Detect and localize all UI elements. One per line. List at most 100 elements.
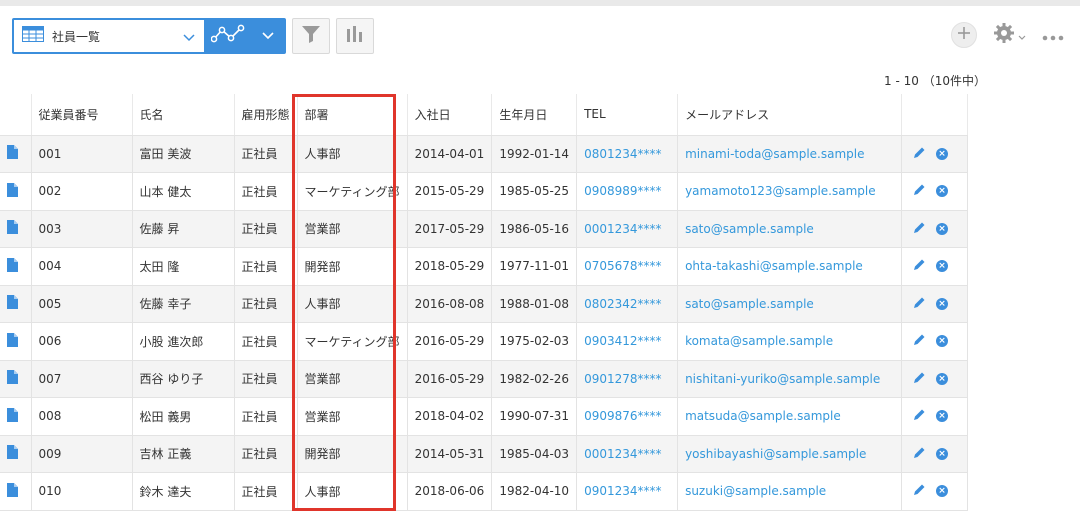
edit-icon[interactable] <box>913 446 926 462</box>
delete-icon[interactable]: × <box>936 372 949 385</box>
cell-tel[interactable]: 0801234**** <box>576 135 679 173</box>
cell-email[interactable]: ohta-takashi@sample.sample <box>677 247 903 286</box>
col-header-department[interactable]: 部署 <box>297 94 408 136</box>
cell-name: 小股 進次郎 <box>132 322 235 361</box>
more-button[interactable] <box>1042 25 1064 46</box>
cell-birth-date: 1985-05-25 <box>491 172 578 211</box>
delete-icon[interactable]: × <box>936 485 949 498</box>
delete-icon[interactable]: × <box>936 147 949 160</box>
filter-button[interactable] <box>292 18 330 54</box>
record-detail-cell[interactable] <box>0 135 32 173</box>
cell-email[interactable]: nishitani-yuriko@sample.sample <box>677 360 903 398</box>
document-icon[interactable] <box>7 482 18 500</box>
table-header-row: 従業員番号 氏名 雇用形態 部署 入社日 生年月日 TEL メールアドレス <box>0 94 969 136</box>
document-icon[interactable] <box>7 182 18 200</box>
record-detail-cell[interactable] <box>0 210 32 248</box>
edit-icon[interactable] <box>913 183 926 199</box>
cell-email[interactable]: komata@sample.sample <box>677 322 903 361</box>
cell-tel[interactable]: 0001234**** <box>576 435 679 473</box>
col-header-birth-date[interactable]: 生年月日 <box>491 94 578 136</box>
cell-employment-type: 正社員 <box>234 247 298 286</box>
table-row[interactable]: 007 西谷 ゆり子 正社員 営業部 2016-05-29 1982-02-26 09012… <box>0 360 969 398</box>
cell-tel[interactable]: 0903412**** <box>576 322 679 361</box>
cell-tel[interactable]: 0908989**** <box>576 172 679 211</box>
add-record-button[interactable] <box>951 22 977 48</box>
document-icon[interactable] <box>7 407 18 425</box>
settings-button[interactable] <box>993 22 1026 48</box>
document-icon[interactable] <box>7 220 18 237</box>
graph-menu-button[interactable] <box>252 20 284 52</box>
cell-name: 吉林 正義 <box>132 435 235 473</box>
table-row[interactable]: 006 小股 進次郎 正社員 マーケティング部 2016-05-29 1975-02-03… <box>0 322 969 361</box>
table-row[interactable]: 010 鈴木 達夫 正社員 人事部 2018-06-06 1982-04-10 090123… <box>0 472 969 511</box>
record-detail-cell[interactable] <box>0 472 32 511</box>
cell-email[interactable]: minami-toda@sample.sample <box>677 135 903 173</box>
delete-icon[interactable]: × <box>936 410 949 423</box>
delete-icon[interactable]: × <box>936 185 949 198</box>
record-detail-cell[interactable] <box>0 435 32 473</box>
document-icon[interactable] <box>7 295 18 312</box>
cell-email[interactable]: suzuki@sample.sample <box>677 472 903 511</box>
record-detail-cell[interactable] <box>0 172 32 211</box>
cell-email[interactable]: yamamoto123@sample.sample <box>677 172 903 211</box>
cell-birth-date: 1975-02-03 <box>491 322 578 361</box>
document-icon[interactable] <box>7 370 18 387</box>
cell-join-date: 2015-05-29 <box>407 172 493 211</box>
delete-icon[interactable]: × <box>936 222 949 235</box>
cell-tel[interactable]: 0802342**** <box>576 285 679 323</box>
chart-icon <box>345 24 365 48</box>
view-selector[interactable]: 社員一覧 <box>12 18 286 54</box>
document-icon[interactable] <box>7 257 18 275</box>
edit-icon[interactable] <box>913 333 926 349</box>
table-row[interactable]: 008 松田 義男 正社員 営業部 2018-04-02 1990-07-31 090987… <box>0 397 969 436</box>
edit-icon[interactable] <box>913 371 926 387</box>
document-icon[interactable] <box>7 145 18 162</box>
cell-tel[interactable]: 0705678**** <box>576 247 679 286</box>
edit-icon[interactable] <box>913 146 926 162</box>
delete-icon[interactable]: × <box>936 447 949 460</box>
delete-icon[interactable]: × <box>936 260 949 273</box>
cell-department: 人事部 <box>297 472 408 511</box>
graph-button[interactable] <box>204 20 252 52</box>
cell-birth-date: 1982-04-10 <box>491 472 578 511</box>
cell-tel[interactable]: 0901234**** <box>576 472 679 511</box>
edit-icon[interactable] <box>913 221 926 237</box>
delete-icon[interactable]: × <box>936 335 949 348</box>
edit-icon[interactable] <box>913 408 926 424</box>
chevron-down-icon <box>182 29 196 43</box>
document-icon[interactable] <box>7 332 18 350</box>
table-row[interactable]: 009 吉林 正義 正社員 開発部 2014-05-31 1985-04-03 000123… <box>0 435 969 473</box>
cell-tel[interactable]: 0909876**** <box>576 397 679 436</box>
edit-icon[interactable] <box>913 483 926 499</box>
table-row[interactable]: 004 太田 隆正社員 開発部 2018-05-29 1977-11-01 0705678… <box>0 247 969 286</box>
chart-button[interactable] <box>336 18 374 54</box>
record-detail-cell[interactable] <box>0 247 32 286</box>
edit-icon[interactable] <box>913 296 926 312</box>
delete-icon[interactable]: × <box>936 297 949 310</box>
col-header-tel[interactable]: TEL <box>576 94 679 136</box>
record-detail-cell[interactable] <box>0 397 32 436</box>
cell-email[interactable]: sato@sample.sample <box>677 210 903 248</box>
record-detail-cell[interactable] <box>0 322 32 361</box>
cell-email[interactable]: yoshibayashi@sample.sample <box>677 435 903 473</box>
table-row[interactable]: 003 佐藤 昇正社員 営業部 2017-05-29 1986-05-16 0001234… <box>0 210 969 248</box>
header-actions-col <box>901 94 969 136</box>
col-header-employee-id[interactable]: 従業員番号 <box>31 94 133 136</box>
cell-tel[interactable]: 0901278**** <box>576 360 679 398</box>
col-header-employment-type[interactable]: 雇用形態 <box>234 94 298 136</box>
col-header-email[interactable]: メールアドレス <box>677 94 903 136</box>
document-icon[interactable] <box>7 445 18 462</box>
cell-department: マーケティング部 <box>297 322 408 361</box>
table-row[interactable]: 005 佐藤 幸子 正社員 人事部 2016-08-08 1988-01-08 080234… <box>0 285 969 323</box>
table-row[interactable]: 001 富田 美波 正社員 人事部 2014-04-01 1992-01-14 080123… <box>0 135 969 173</box>
cell-email[interactable]: matsuda@sample.sample <box>677 397 903 436</box>
col-header-join-date[interactable]: 入社日 <box>407 94 493 136</box>
cell-tel[interactable]: 0001234**** <box>576 210 679 248</box>
view-dropdown[interactable]: 社員一覧 <box>14 20 204 52</box>
cell-email[interactable]: sato@sample.sample <box>677 285 903 323</box>
record-detail-cell[interactable] <box>0 360 32 398</box>
table-row[interactable]: 002 山本 健太 正社員 マーケティング部 2015-05-29 1985-05-25 0… <box>0 172 969 211</box>
edit-icon[interactable] <box>913 258 926 274</box>
record-detail-cell[interactable] <box>0 285 32 323</box>
col-header-name[interactable]: 氏名 <box>132 94 235 136</box>
